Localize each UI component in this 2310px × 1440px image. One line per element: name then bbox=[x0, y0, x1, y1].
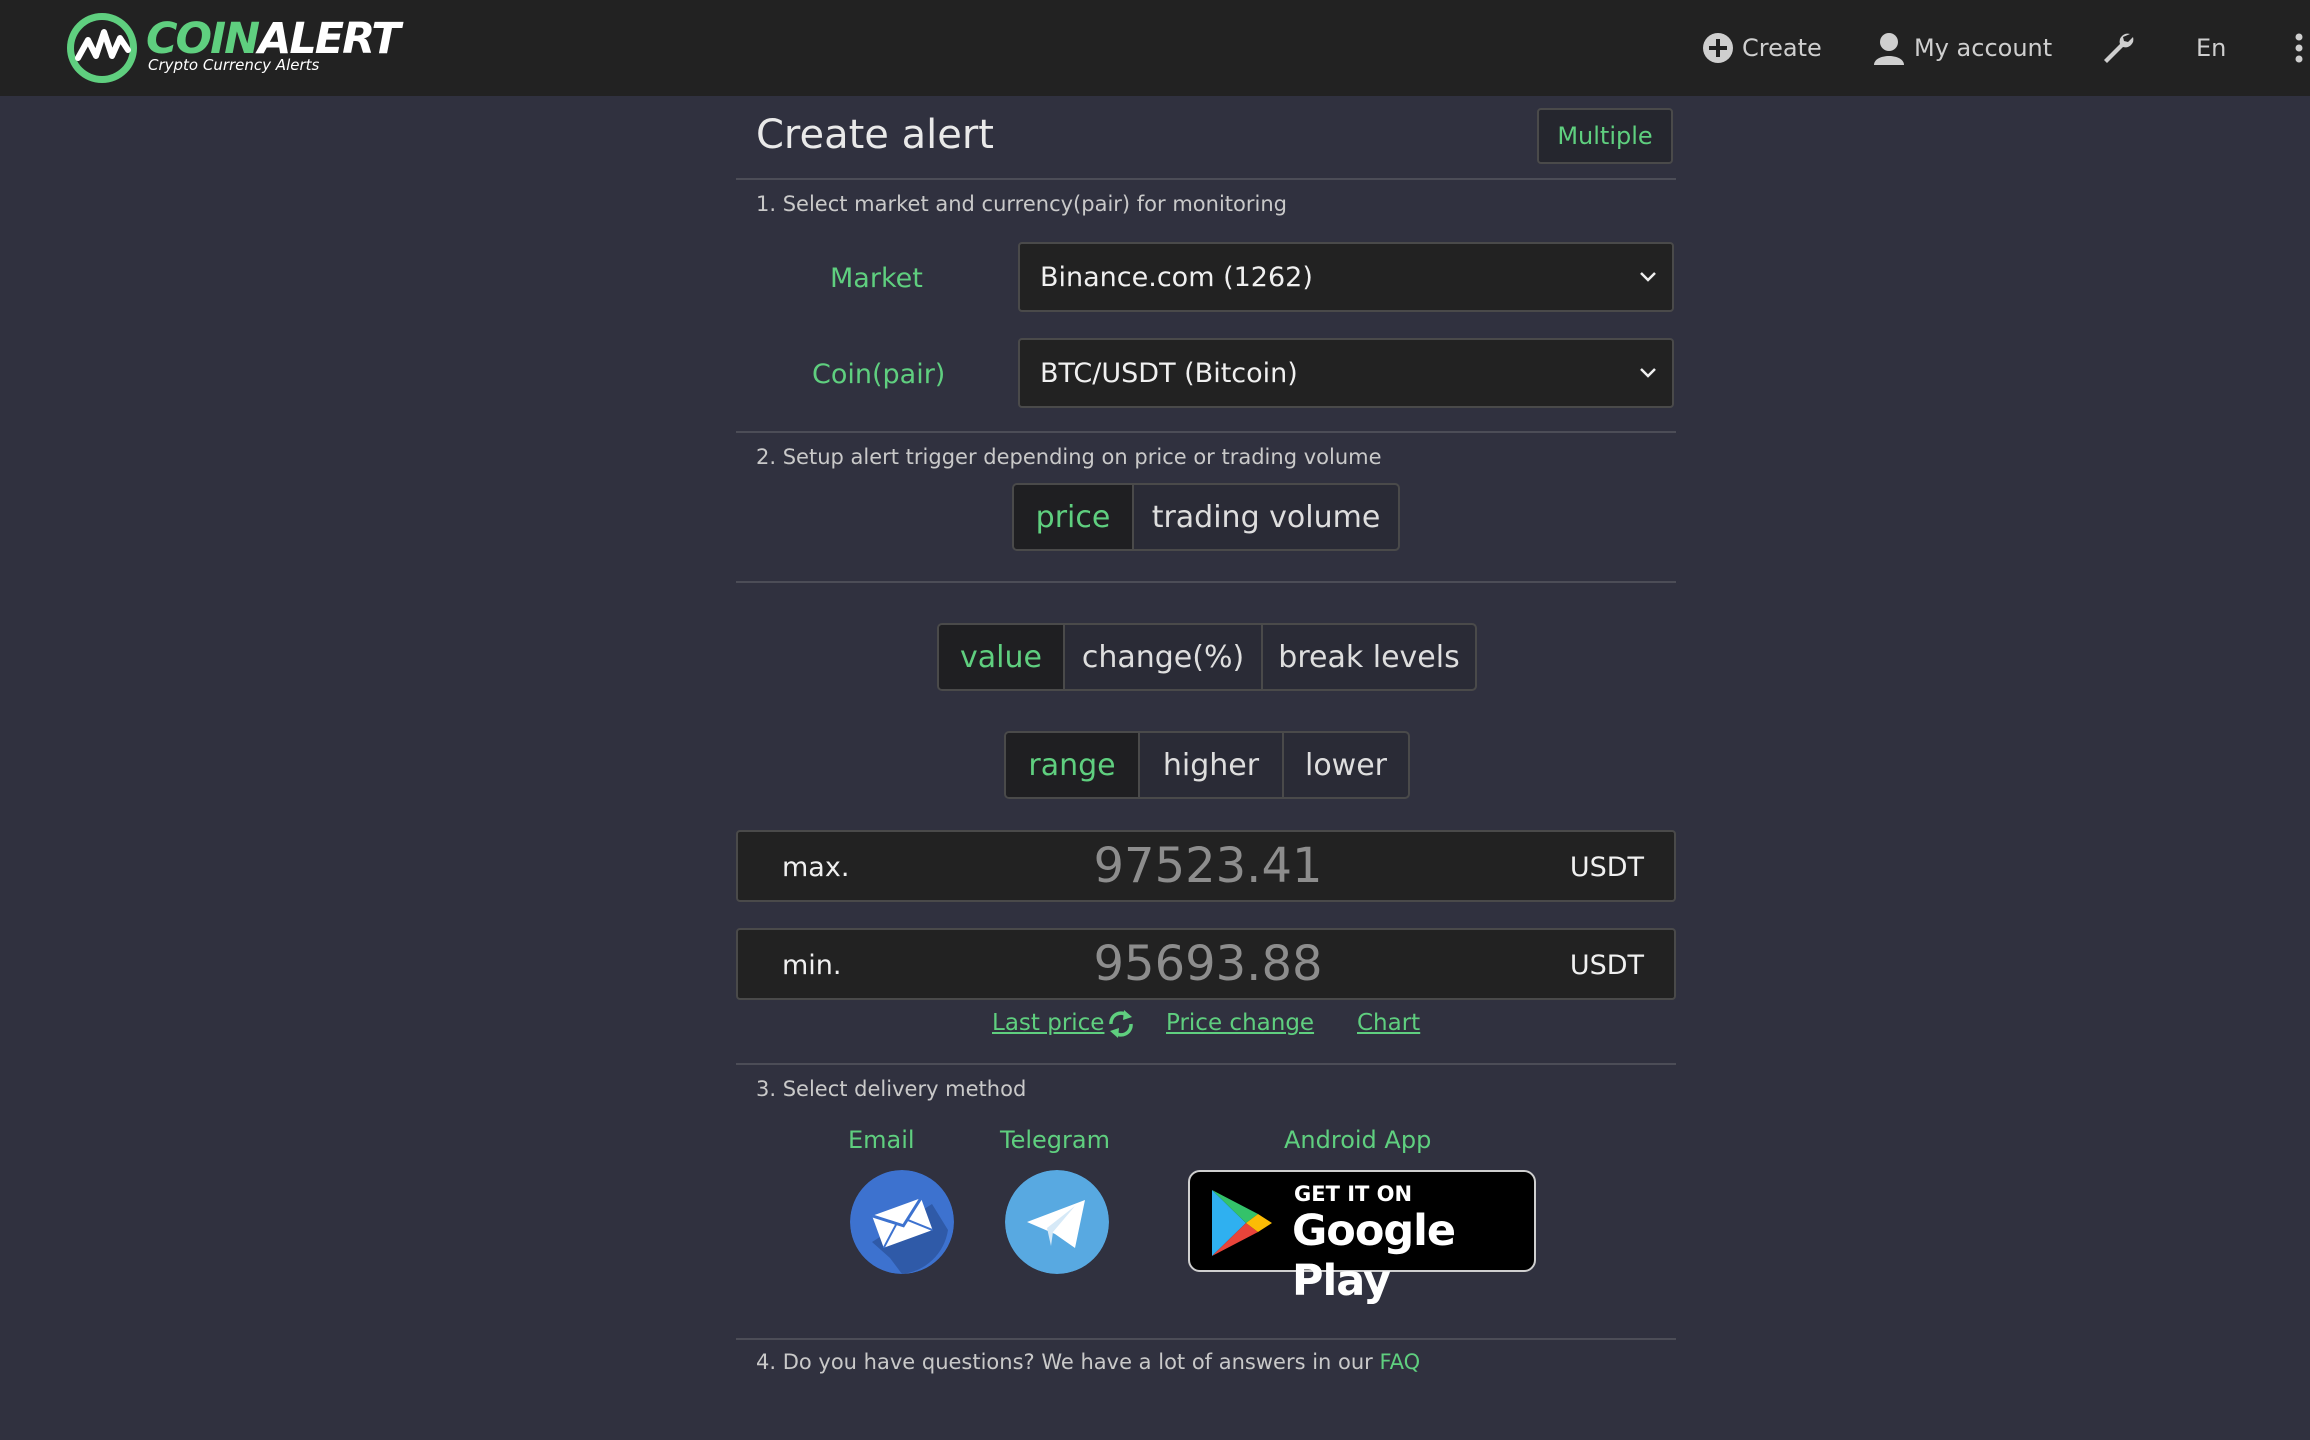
step4-faq-text: 4. Do you have questions? We have a lot … bbox=[756, 1350, 1420, 1374]
chart-link[interactable]: Chart bbox=[1357, 1010, 1420, 1036]
max-price-input[interactable]: max. 97523.41 USDT bbox=[736, 830, 1676, 902]
language-selector[interactable]: En bbox=[2196, 0, 2226, 96]
more-vertical-icon bbox=[2295, 33, 2303, 63]
min-price-placeholder: 95693.88 bbox=[1093, 936, 1323, 992]
language-label: En bbox=[2196, 34, 2227, 62]
tab-trading-volume[interactable]: trading volume bbox=[1132, 485, 1398, 549]
logo-icon bbox=[67, 13, 137, 83]
max-unit: USDT bbox=[1569, 852, 1644, 883]
nav-my-account[interactable]: My account bbox=[1872, 0, 2052, 96]
step2-heading: 2. Setup alert trigger depending on pric… bbox=[756, 445, 1382, 469]
tab-value[interactable]: value bbox=[939, 625, 1063, 689]
gplay-big-text: Google Play bbox=[1292, 1206, 1456, 1306]
gplay-small-text: GET IT ON bbox=[1294, 1182, 1413, 1206]
coin-select[interactable]: BTC/USDT (Bitcoin) bbox=[1018, 338, 1674, 408]
max-price-placeholder: 97523.41 bbox=[1093, 838, 1323, 894]
logo-tagline: Crypto Currency Alerts bbox=[148, 56, 320, 74]
faq-link[interactable]: FAQ bbox=[1380, 1350, 1421, 1374]
coin-select-value: BTC/USDT (Bitcoin) bbox=[1040, 357, 1298, 389]
trigger-type-toggle: price trading volume bbox=[1012, 483, 1400, 551]
tab-price[interactable]: price bbox=[1014, 485, 1132, 549]
settings-wrench-button[interactable] bbox=[2100, 0, 2144, 96]
telegram-label: Telegram bbox=[1000, 1126, 1110, 1154]
wrench-icon bbox=[2104, 33, 2134, 63]
tab-higher[interactable]: higher bbox=[1138, 733, 1282, 797]
price-change-link[interactable]: Price change bbox=[1166, 1010, 1314, 1036]
tab-change-percent[interactable]: change(%) bbox=[1063, 625, 1261, 689]
tab-break-levels[interactable]: break levels bbox=[1261, 625, 1475, 689]
value-mode-toggle: value change(%) break levels bbox=[937, 623, 1477, 691]
min-unit: USDT bbox=[1569, 950, 1644, 981]
tab-lower[interactable]: lower bbox=[1282, 733, 1408, 797]
tab-range[interactable]: range bbox=[1006, 733, 1138, 797]
plus-circle-icon bbox=[1703, 33, 1733, 63]
page-title: Create alert bbox=[756, 112, 994, 158]
market-select[interactable]: Binance.com (1262) bbox=[1018, 242, 1674, 312]
google-play-icon bbox=[1212, 1190, 1272, 1256]
email-label: Email bbox=[848, 1126, 915, 1154]
email-delivery-button[interactable] bbox=[850, 1170, 954, 1274]
min-price-input[interactable]: min. 95693.88 USDT bbox=[736, 928, 1676, 1000]
multiple-button[interactable]: Multiple bbox=[1537, 108, 1673, 164]
more-menu-button[interactable] bbox=[2294, 0, 2310, 96]
divider bbox=[736, 581, 1676, 583]
nav-account-label: My account bbox=[1914, 34, 2053, 62]
email-envelope-icon bbox=[850, 1170, 954, 1274]
faq-question: 4. Do you have questions? We have a lot … bbox=[756, 1350, 1373, 1374]
google-play-badge[interactable]: GET IT ON Google Play bbox=[1188, 1170, 1536, 1306]
nav-create-label: Create bbox=[1742, 34, 1822, 62]
last-price-link[interactable]: Last price bbox=[992, 1010, 1104, 1036]
create-alert-panel: Create alert Multiple 1. Select market a… bbox=[736, 96, 1676, 1440]
market-label: Market bbox=[830, 263, 923, 294]
direction-toggle: range higher lower bbox=[1004, 731, 1410, 799]
divider bbox=[736, 178, 1676, 180]
nav-create[interactable]: Create bbox=[1702, 0, 1822, 96]
android-app-label: Android App bbox=[1284, 1126, 1432, 1154]
coinalert-logo[interactable]: COINALERT Crypto Currency Alerts bbox=[64, 8, 401, 88]
divider bbox=[736, 1338, 1676, 1340]
top-navigation-bar: COINALERT Crypto Currency Alerts Create … bbox=[0, 0, 2310, 96]
chevron-down-icon bbox=[1640, 368, 1656, 378]
chevron-down-icon bbox=[1640, 272, 1656, 282]
divider bbox=[736, 1063, 1676, 1065]
divider bbox=[736, 431, 1676, 433]
telegram-delivery-button[interactable] bbox=[1005, 1170, 1109, 1274]
user-icon bbox=[1874, 33, 1904, 65]
step3-heading: 3. Select delivery method bbox=[756, 1077, 1027, 1101]
market-select-value: Binance.com (1262) bbox=[1040, 261, 1313, 293]
step1-heading: 1. Select market and currency(pair) for … bbox=[756, 192, 1287, 216]
coin-label: Coin(pair) bbox=[812, 359, 946, 390]
refresh-icon[interactable] bbox=[1106, 1008, 1136, 1040]
telegram-plane-icon bbox=[1005, 1170, 1109, 1274]
